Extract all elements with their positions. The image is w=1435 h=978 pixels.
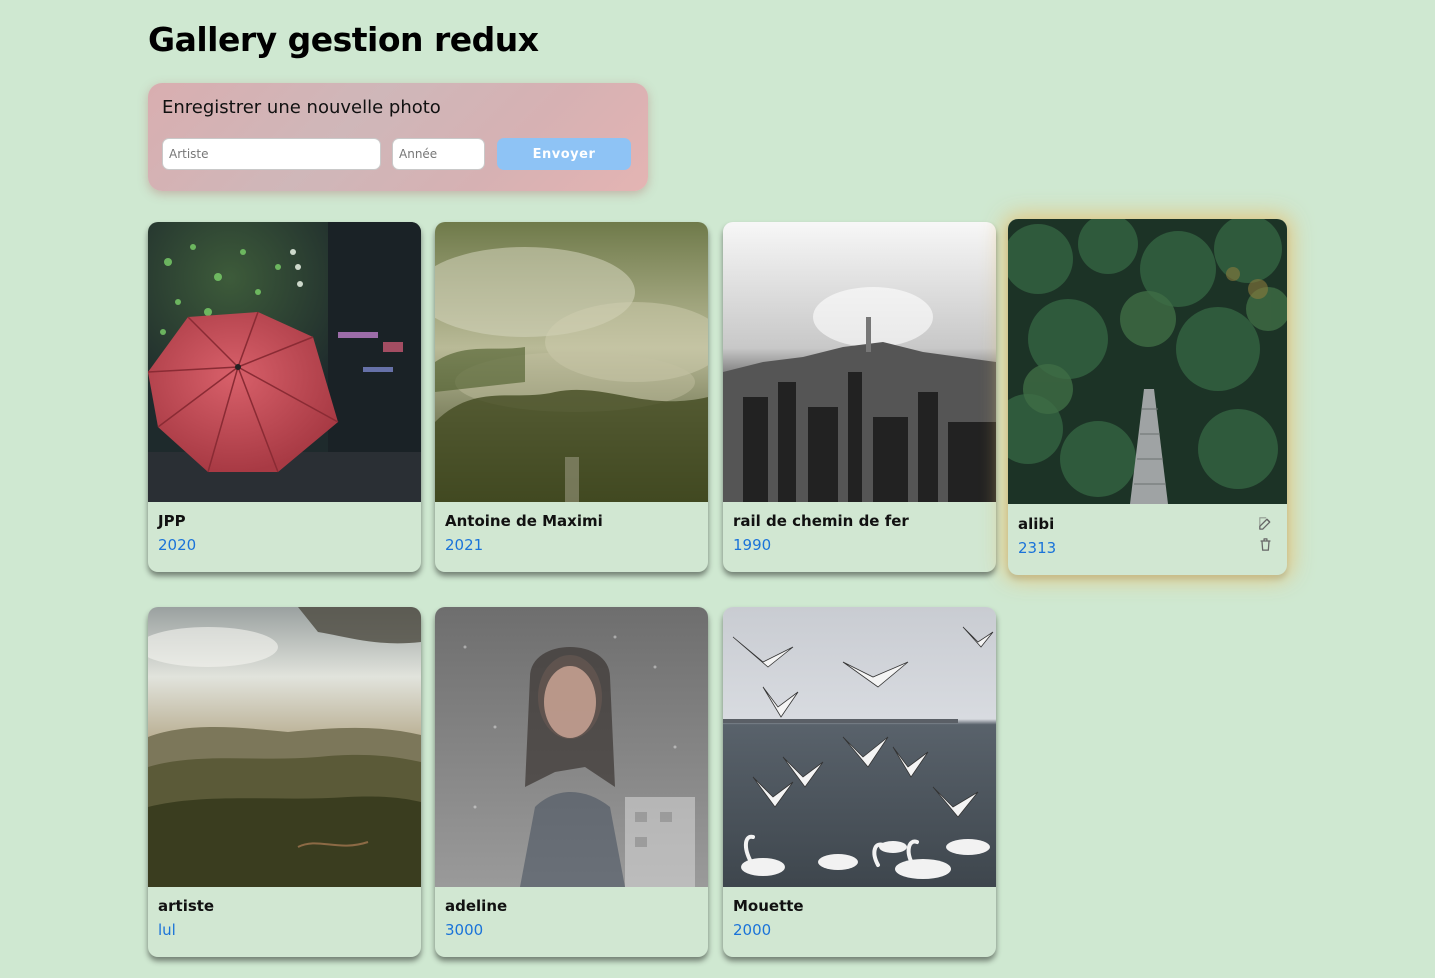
card-year: 3000 (445, 921, 484, 939)
trash-icon[interactable] (1257, 536, 1274, 553)
card-artist: Antoine de Maximi (445, 512, 603, 530)
photo-card[interactable]: artiste lul (148, 607, 421, 957)
year-input[interactable] (392, 138, 485, 170)
card-year: 2020 (158, 536, 197, 554)
card-artist: Mouette (733, 897, 804, 915)
card-artist: rail de chemin de fer (733, 512, 909, 530)
artist-input[interactable] (162, 138, 381, 170)
card-actions (1257, 515, 1275, 553)
card-artist: adeline (445, 897, 508, 915)
card-year: 2021 (445, 536, 484, 554)
photo-image (435, 607, 708, 887)
photo-image (723, 607, 996, 887)
photo-image (148, 607, 421, 887)
photo-card[interactable]: Mouette 2000 (723, 607, 996, 957)
photo-image (1008, 219, 1287, 504)
submit-button[interactable]: Envoyer (497, 138, 631, 170)
card-year: lul (158, 921, 176, 939)
card-year: 2000 (733, 921, 772, 939)
form-title: Enregistrer une nouvelle photo (162, 97, 441, 118)
photo-card-selected[interactable]: alibi 2313 (1008, 219, 1287, 575)
card-year: 2313 (1018, 539, 1057, 557)
new-photo-form: Enregistrer une nouvelle photo Envoyer (148, 83, 648, 191)
photo-image (148, 222, 421, 502)
photo-image (435, 222, 708, 502)
card-artist: JPP (158, 512, 186, 530)
edit-icon[interactable] (1257, 515, 1274, 532)
card-year: 1990 (733, 536, 772, 554)
photo-card[interactable]: Antoine de Maximi 2021 (435, 222, 708, 572)
page-title: Gallery gestion redux (148, 20, 539, 59)
card-artist: alibi (1018, 515, 1055, 533)
photo-image (723, 222, 996, 502)
photo-card[interactable]: JPP 2020 (148, 222, 421, 572)
photo-card[interactable]: adeline 3000 (435, 607, 708, 957)
photo-card[interactable]: rail de chemin de fer 1990 (723, 222, 996, 572)
card-artist: artiste (158, 897, 215, 915)
